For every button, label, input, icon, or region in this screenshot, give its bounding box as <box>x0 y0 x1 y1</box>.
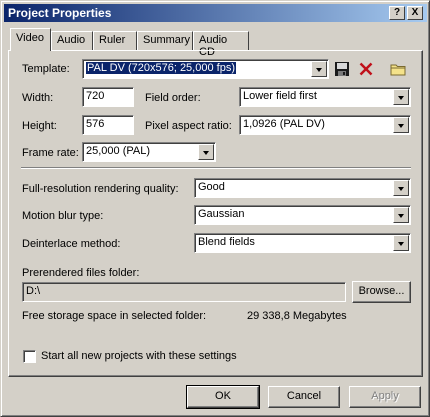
browse-button[interactable]: Browse... <box>352 281 411 303</box>
width-label: Width: <box>22 92 53 104</box>
save-icon[interactable] <box>334 61 350 77</box>
template-combobox[interactable]: PAL DV (720x576; 25,000 fps) <box>82 59 329 79</box>
chevron-down-icon[interactable] <box>393 235 409 251</box>
chevron-down-icon[interactable] <box>393 117 409 133</box>
apply-button[interactable]: Apply <box>349 386 421 408</box>
pixel-aspect-select[interactable]: 1,0926 (PAL DV) <box>239 115 411 135</box>
start-all-checkbox[interactable] <box>23 350 36 363</box>
pixel-aspect-label: Pixel aspect ratio: <box>145 120 232 132</box>
chevron-down-icon[interactable] <box>311 61 327 77</box>
frame-rate-label: Frame rate: <box>22 147 79 159</box>
template-value: PAL DV (720x576; 25,000 fps) <box>85 61 237 75</box>
tab-summary[interactable]: Summary <box>137 31 193 50</box>
ok-button[interactable]: OK <box>186 385 260 409</box>
delete-icon[interactable] <box>358 61 374 77</box>
tab-summary-label: Summary <box>143 34 191 46</box>
pixel-aspect-value: 1,0926 (PAL DV) <box>243 118 325 130</box>
folder-icon[interactable] <box>390 61 406 77</box>
width-input[interactable]: 720 <box>82 87 134 107</box>
free-space-label: Free storage space in selected folder: <box>22 310 207 322</box>
motion-blur-label: Motion blur type: <box>22 210 104 222</box>
tab-ruler[interactable]: Ruler <box>93 31 137 50</box>
field-order-label: Field order: <box>145 92 201 104</box>
field-order-value: Lower field first <box>243 90 317 102</box>
tab-ruler-label: Ruler <box>99 34 126 46</box>
motion-blur-select[interactable]: Gaussian <box>194 205 411 225</box>
free-space-value: 29 338,8 Megabytes <box>247 310 347 322</box>
width-label-text: Width: <box>22 92 54 104</box>
project-properties-dialog: Project Properties ? X Video Audio Ruler… <box>0 0 430 417</box>
chevron-down-icon[interactable] <box>198 144 214 160</box>
motion-blur-value: Gaussian <box>198 208 245 220</box>
frame-rate-value: 25,000 (PAL) <box>86 145 151 157</box>
chevron-down-icon[interactable] <box>393 180 409 196</box>
height-label: Height: <box>22 120 57 132</box>
render-quality-select[interactable]: Good <box>194 178 411 198</box>
close-button[interactable]: X <box>407 6 423 20</box>
tab-video-label: Video <box>16 32 44 44</box>
template-label: Template: <box>22 63 70 75</box>
tab-audio-cd[interactable]: Audio CD <box>193 31 249 58</box>
chevron-down-icon[interactable] <box>393 207 409 223</box>
tab-audio[interactable]: Audio <box>51 31 93 50</box>
prerendered-label: Prerendered files folder: <box>22 267 140 279</box>
cancel-button[interactable]: Cancel <box>268 386 340 408</box>
title-bar: Project Properties ? X <box>4 4 427 22</box>
window-title: Project Properties <box>8 6 112 20</box>
render-quality-value: Good <box>198 181 225 193</box>
help-button[interactable]: ? <box>389 6 405 20</box>
chevron-down-icon[interactable] <box>393 89 409 105</box>
start-all-label[interactable]: Start all new projects with these settin… <box>41 350 237 362</box>
prerendered-folder-input[interactable]: D:\ <box>22 282 346 302</box>
separator <box>21 167 411 169</box>
tab-audio-label: Audio <box>57 34 86 46</box>
frame-rate-select[interactable]: 25,000 (PAL) <box>82 142 216 162</box>
field-order-select[interactable]: Lower field first <box>239 87 411 107</box>
render-quality-label: Full-resolution rendering quality: <box>22 183 179 195</box>
deinterlace-select[interactable]: Blend fields <box>194 233 411 253</box>
height-input[interactable]: 576 <box>82 115 134 135</box>
deinterlace-value: Blend fields <box>198 236 255 248</box>
deinterlace-label: Deinterlace method: <box>22 238 121 250</box>
tab-video[interactable]: Video <box>10 28 51 51</box>
